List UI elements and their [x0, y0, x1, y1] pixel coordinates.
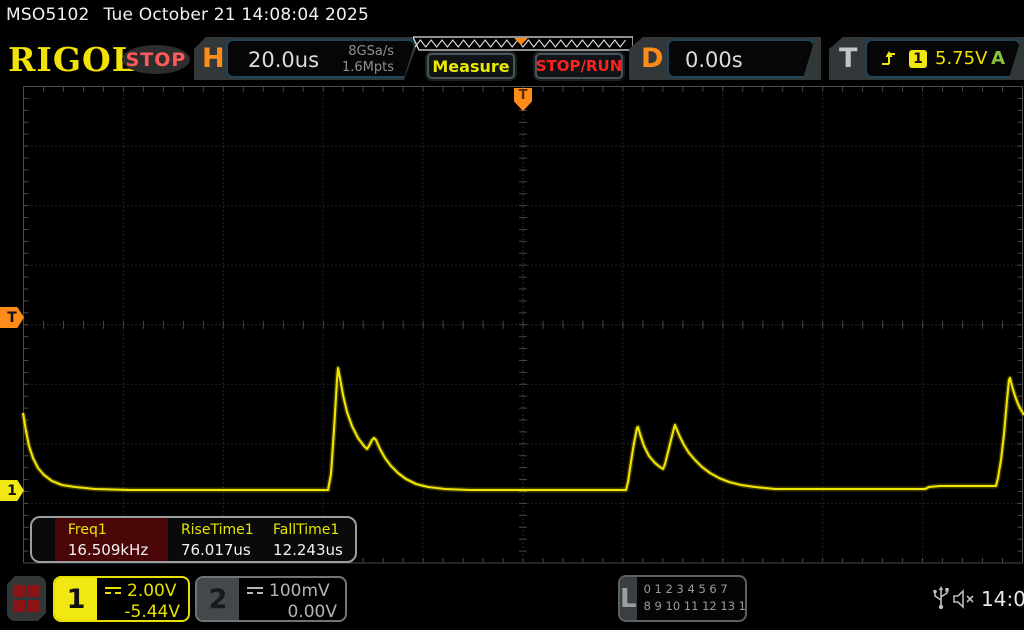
- datetime-text: Tue October 21 14:08:04 2025: [103, 5, 370, 25]
- logic-channel-numbers: 0 1 2 3 4 5 6 7 8 9 10 11 12 13 14 15: [637, 577, 746, 620]
- delay-value: 0.00s: [685, 48, 743, 72]
- measurement-label: RiseTime1: [180, 522, 254, 538]
- sample-rate: 8GSa/s: [348, 44, 394, 59]
- measurement-value: 12.243us: [273, 541, 343, 559]
- measurement-risetime1[interactable]: RiseTime1 76.017us: [168, 518, 260, 561]
- channel1-badge: 1: [55, 578, 97, 620]
- trigger-label: T: [839, 43, 858, 74]
- trigger-sweep-mode: A: [991, 48, 1005, 69]
- status-bar: MSO5102 Tue October 21 14:08:04 2025: [6, 5, 369, 25]
- trigger-box[interactable]: 1 5.75V A: [865, 39, 1021, 78]
- channel2-status-block[interactable]: 2 100mV 0.00V: [195, 576, 347, 622]
- delay-box[interactable]: 0.00s: [667, 39, 815, 78]
- measure-button[interactable]: Measure: [427, 53, 515, 79]
- dc-coupling-icon: [105, 586, 121, 596]
- measurement-label: FallTime1: [273, 522, 340, 538]
- channel1-marker-label: 1: [7, 482, 17, 499]
- stop-run-button[interactable]: STOP/RUN: [535, 53, 623, 79]
- waveform-glow: [20, 365, 1024, 493]
- menu-grid-icon[interactable]: [7, 576, 46, 621]
- graticule: [20, 86, 1024, 564]
- measurement-value: 16.509kHz: [67, 541, 149, 559]
- channel2-badge: 2: [197, 578, 239, 620]
- trigger-position-letter: T: [518, 88, 528, 103]
- measurement-panel-spacer: [32, 518, 55, 561]
- usb-icon: [933, 586, 949, 610]
- channel2-scale-row: 100mV: [247, 581, 337, 601]
- memory-depth: 1.6Mpts: [341, 60, 394, 75]
- trigger-level-letter: T: [7, 309, 17, 326]
- channel2-values: 100mV 0.00V: [239, 578, 345, 620]
- timebase-box[interactable]: 20.0us 8GSa/s 1.6Mpts: [226, 39, 416, 78]
- acquisition-info: 8GSa/s 1.6Mpts: [342, 44, 394, 76]
- menu-grid-square: [13, 600, 25, 612]
- logic-row-2: 8 9 10 11 12 13 14 15: [643, 599, 746, 613]
- logic-row-1: 0 1 2 3 4 5 6 7: [643, 582, 728, 596]
- menu-grid-square: [28, 585, 40, 597]
- measurement-freq1[interactable]: Freq1 16.509kHz: [54, 518, 168, 561]
- trigger-level-value: 5.75V: [935, 48, 988, 69]
- trigger-menu-tab[interactable]: T 1 5.75V A: [829, 37, 1024, 80]
- delay-menu-tab[interactable]: D 0.00s: [629, 37, 821, 80]
- logic-channels-block[interactable]: L 0 1 2 3 4 5 6 7 8 9 10 11 12 13 14 15: [618, 575, 747, 622]
- channel1-values: 2.00V -5.44V: [97, 578, 188, 620]
- waveform-ch1: [21, 366, 1024, 492]
- measurement-panel: Freq1 16.509kHz RiseTime1 76.017us FallT…: [30, 516, 357, 563]
- channel1-scale-row: 2.00V: [105, 581, 180, 601]
- menu-grid-square: [28, 600, 40, 612]
- logic-badge: L: [620, 577, 637, 620]
- clock-text: 14:07: [981, 587, 1024, 611]
- menu-grid-square: [13, 585, 25, 597]
- measurement-label: Freq1: [67, 522, 107, 538]
- acquisition-memory-bar: [413, 36, 633, 51]
- delay-label: D: [641, 43, 664, 74]
- channel1-scale: 2.00V: [127, 581, 177, 601]
- channel1-offset: -5.44V: [124, 602, 180, 622]
- horizontal-label: H: [202, 43, 225, 74]
- run-state-badge: STOP: [122, 45, 190, 74]
- stop-run-button-label: STOP/RUN: [535, 57, 623, 75]
- trigger-slope-icon: [881, 50, 897, 67]
- channel2-scale: 100mV: [269, 581, 330, 601]
- dc-coupling-icon: [247, 586, 263, 596]
- trigger-source-badge: 1: [909, 50, 927, 68]
- channel2-offset: 0.00V: [287, 602, 337, 622]
- measurement-value: 76.017us: [180, 541, 251, 559]
- measure-button-label: Measure: [432, 56, 510, 76]
- channel1-status-block[interactable]: 1 2.00V -5.44V: [53, 576, 190, 622]
- timebase-value: 20.0us: [248, 48, 320, 72]
- horizontal-menu-tab[interactable]: H 20.0us 8GSa/s 1.6Mpts: [194, 37, 420, 80]
- model-name: MSO5102: [6, 5, 90, 25]
- oscilloscope-screen: MSO5102 Tue October 21 14:08:04 2025 RIGO…: [0, 0, 1024, 630]
- speaker-mute-icon: [953, 589, 974, 609]
- rigol-logo: RIGOL: [8, 40, 136, 79]
- measurement-falltime1[interactable]: FallTime1 12.243us: [260, 518, 355, 561]
